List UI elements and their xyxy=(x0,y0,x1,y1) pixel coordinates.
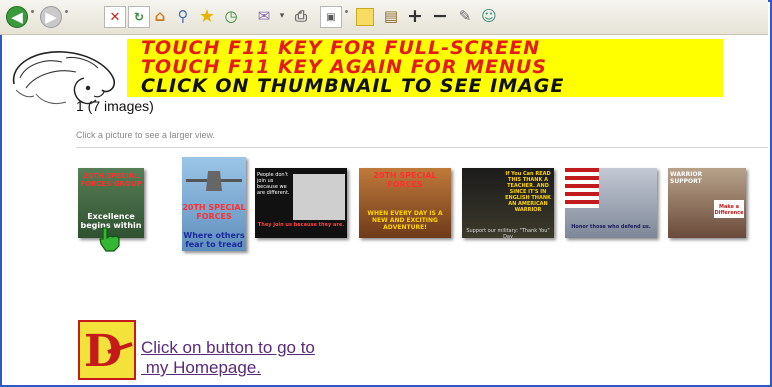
banner-line-thumbnail: CLICK ON THUMBNAIL TO SEE IMAGE xyxy=(141,75,565,97)
thumbnail-caption-bottom: Support our military: "Thank You" Day xyxy=(466,228,550,238)
instruction-banner: TOUCH F11 KEY FOR FULL-SCREEN TOUCH F11 … xyxy=(127,39,723,97)
search-icon[interactable]: ⚲ xyxy=(173,6,193,26)
research-icon[interactable]: ▤ xyxy=(381,6,401,26)
thumbnail-2[interactable]: 20TH SPECIAL FORCES Where others fear to… xyxy=(182,157,246,251)
thumbnail-4[interactable]: 20TH SPECIAL FORCES WHEN EVERY DAY IS A … xyxy=(359,168,451,238)
homepage-link-line2: my Homepage. xyxy=(141,358,261,377)
thumbnail-3[interactable]: People don't join us because we are diff… xyxy=(255,168,347,238)
thumbnail-caption-top: 20TH SPECIAL FORCES xyxy=(182,203,246,221)
stop-icon[interactable]: ✕ xyxy=(104,6,126,28)
thumbnail-caption-bottom: Honor those who defend us. xyxy=(571,224,651,230)
thumbnail-6[interactable]: Honor those who defend us. xyxy=(565,168,657,238)
back-icon[interactable]: ◀ xyxy=(6,6,28,28)
d-logo-icon: D xyxy=(84,326,133,377)
homepage-link[interactable]: Click on button to go to my Homepage. xyxy=(141,338,315,378)
thumbnail-5[interactable]: If You Can READ THIS THANK A TEACHER. AN… xyxy=(462,168,554,238)
thumbnail-caption-bottom: Where others fear to tread xyxy=(183,231,245,249)
image-count: 1 (7 images) xyxy=(76,98,154,114)
thumbnail-7[interactable]: WARRIOR SUPPORT Make a Difference xyxy=(668,168,746,238)
homepage-button[interactable]: D xyxy=(78,320,136,380)
soldiers-photo xyxy=(293,174,345,220)
thumbnail-caption-top: 20TH SPECIAL FORCES GROUP xyxy=(80,172,142,188)
history-icon[interactable]: ◷ xyxy=(221,6,241,26)
separator-dot xyxy=(65,10,68,13)
d-logo-letter: D xyxy=(84,326,122,377)
thumbnail-caption-top: People don't join us because we are diff… xyxy=(257,172,290,196)
home-icon[interactable]: ⌂ xyxy=(150,6,170,26)
zoom-in-icon[interactable]: + xyxy=(405,5,425,27)
refresh-icon[interactable]: ↻ xyxy=(128,6,150,28)
homepage-link-line1: Click on button to go to xyxy=(141,338,315,357)
thumbnail-caption-bottom: Make a Difference xyxy=(714,204,744,216)
zoom-out-icon[interactable]: − xyxy=(430,5,450,27)
hand-cursor-icon xyxy=(99,227,120,252)
messenger-icon[interactable]: ✎ xyxy=(455,6,475,26)
print-icon[interactable]: ⎙ xyxy=(291,6,311,26)
people-icon[interactable]: ☺ xyxy=(479,6,499,26)
thumbnail-caption-bottom: They join us because they are. xyxy=(257,222,345,228)
separator-dot xyxy=(31,10,34,13)
forward-icon[interactable]: ▶ xyxy=(40,6,62,28)
mail-icon[interactable]: ✉ xyxy=(254,6,274,26)
browser-toolbar: ◀ ▶ ✕ ↻ ⌂ ⚲ ★ ◷ ✉ ▾ ⎙ ▣ ▤ + − ✎ ☺ xyxy=(0,0,768,35)
separator-dot xyxy=(345,10,348,13)
aircraft-icon xyxy=(186,171,242,191)
thumbnail-caption-bottom: WHEN EVERY DAY IS A NEW AND EXCITING ADV… xyxy=(367,210,443,231)
favorites-icon[interactable]: ★ xyxy=(197,6,217,27)
edit-icon[interactable]: ▣ xyxy=(320,6,342,28)
thumbnail-caption-top: 20TH SPECIAL FORCES xyxy=(373,171,437,189)
thumbnail-caption-top: WARRIOR SUPPORT xyxy=(670,171,703,185)
thumbnail-caption-top: If You Can READ THIS THANK A TEACHER. AN… xyxy=(505,171,551,213)
mail-dropdown-icon[interactable]: ▾ xyxy=(272,6,292,26)
gallery-hint: Click a picture to see a larger view. xyxy=(76,130,216,140)
flag-graphic xyxy=(565,168,599,208)
divider xyxy=(76,147,768,148)
notes-icon[interactable] xyxy=(356,8,374,26)
